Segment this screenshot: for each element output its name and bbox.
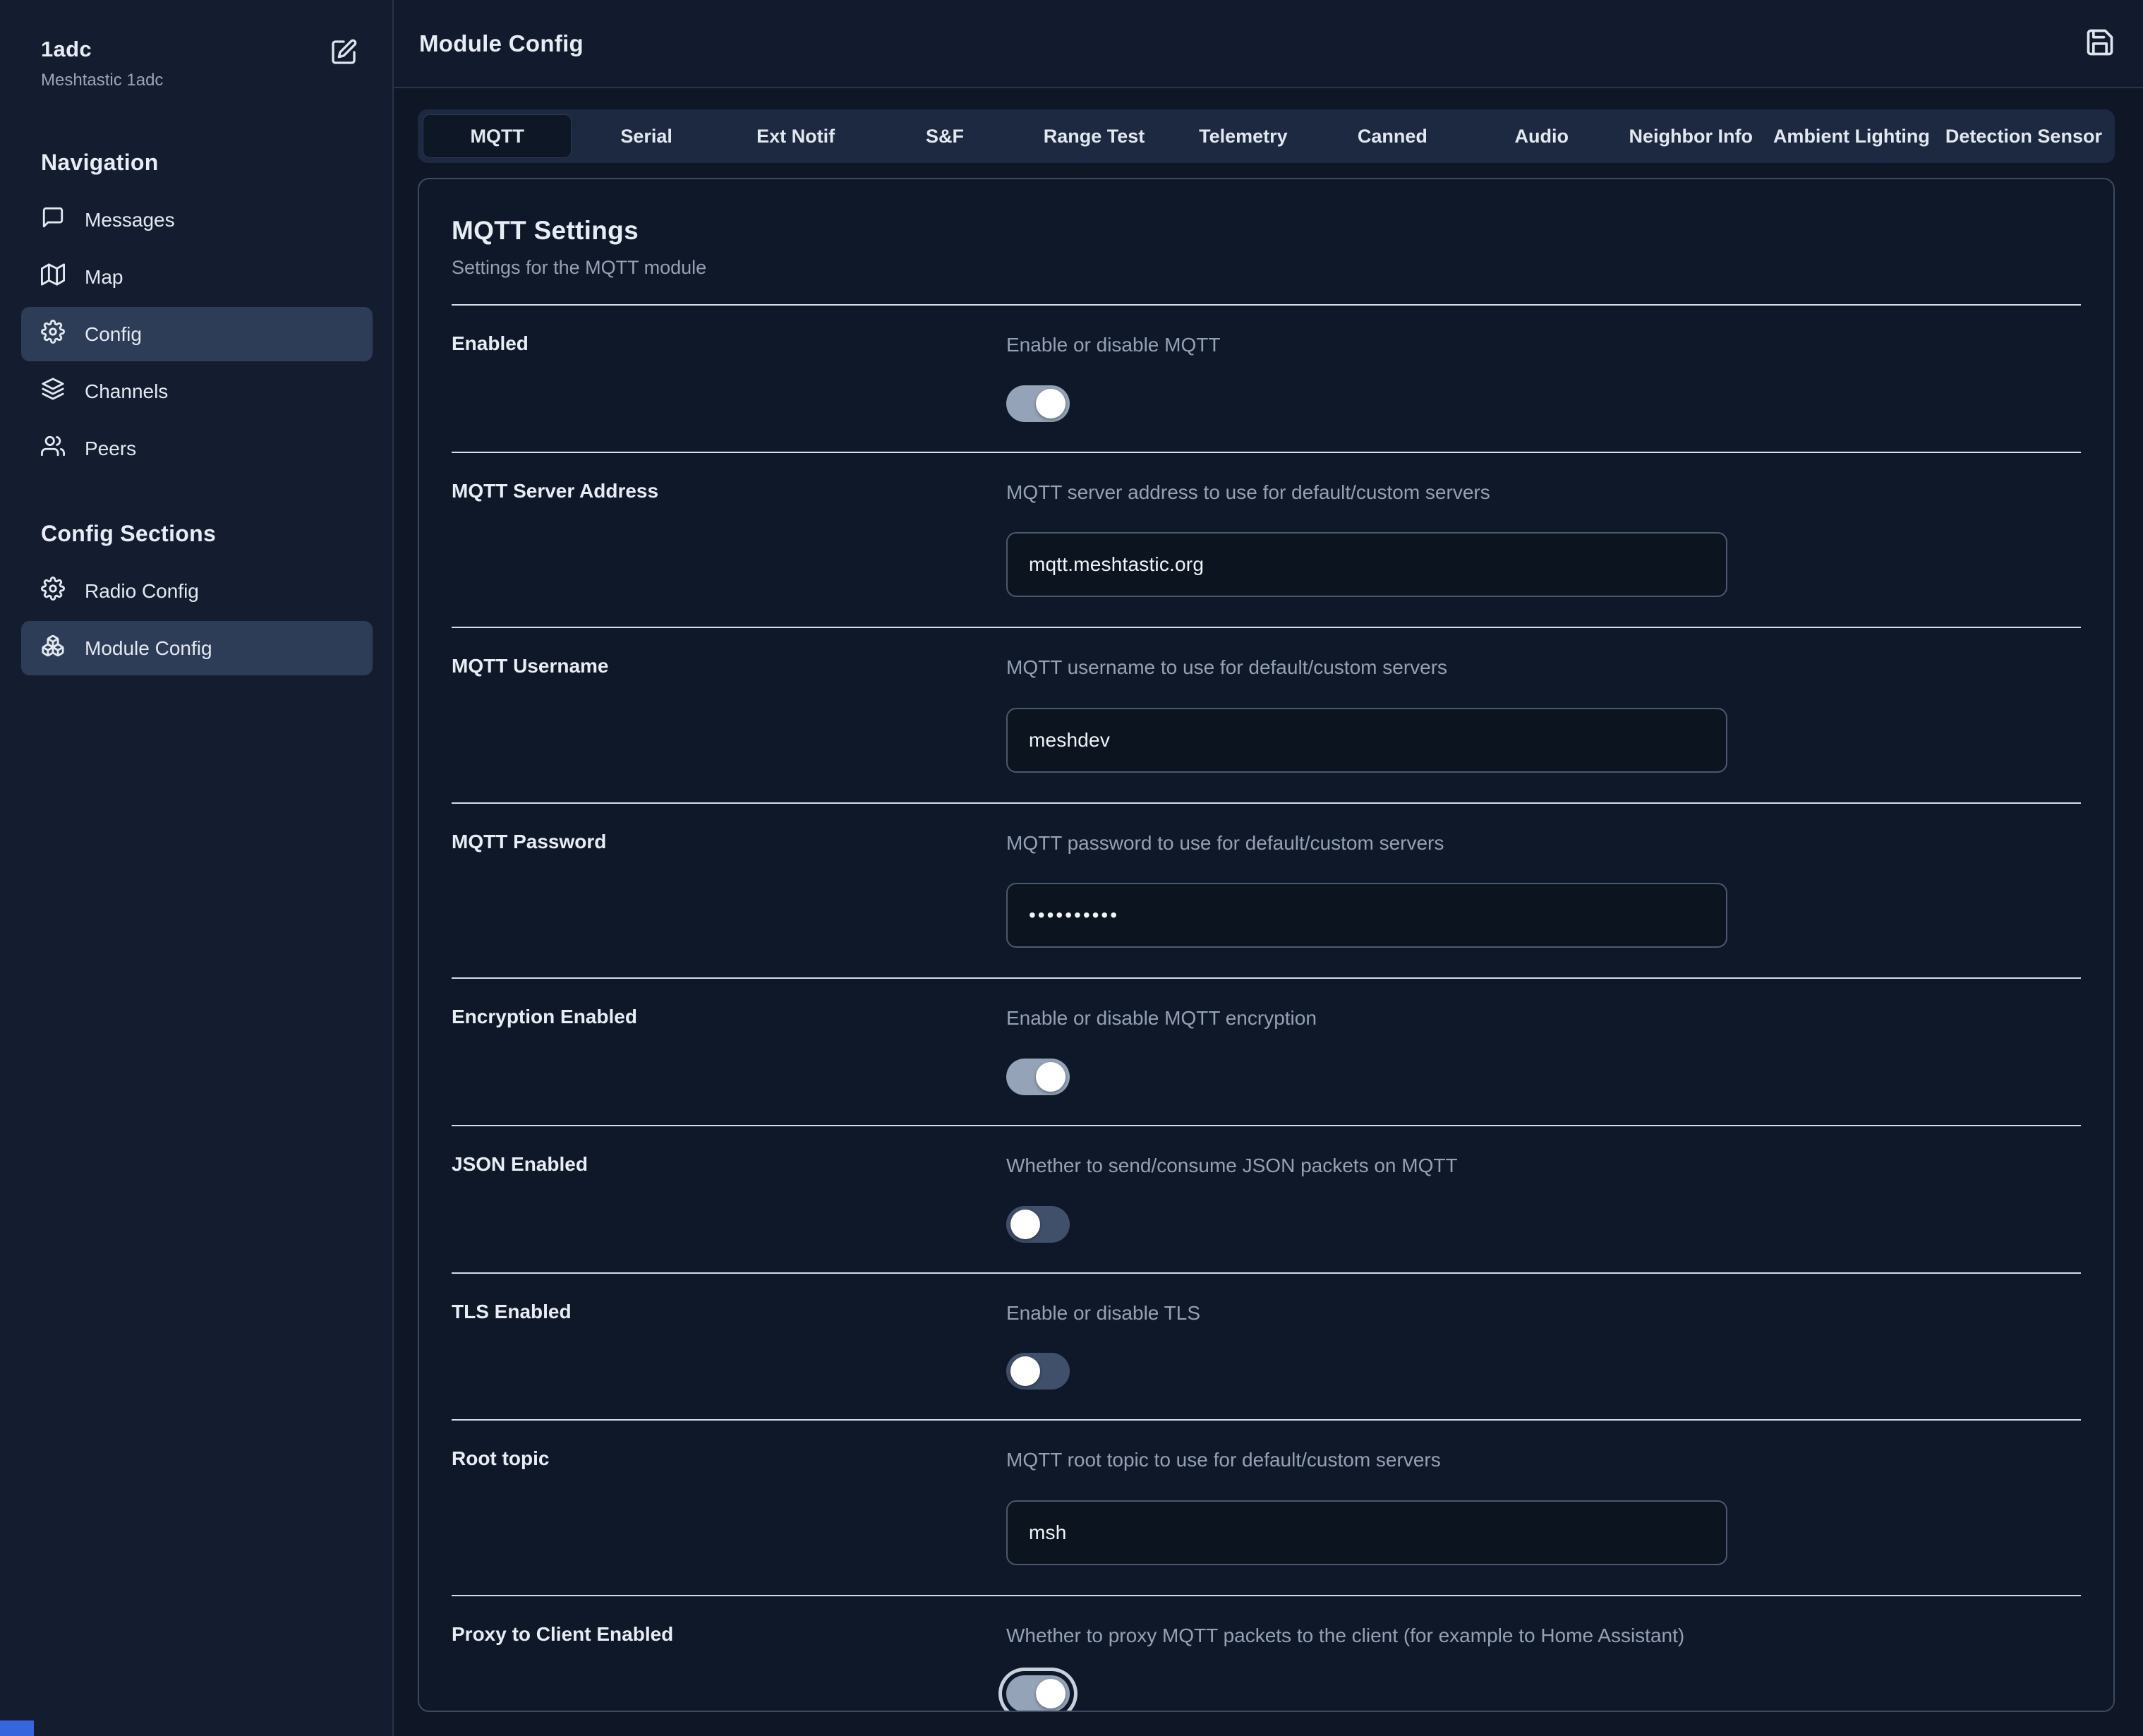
device-header: 1adc Meshtastic 1adc — [21, 37, 373, 90]
boxes-icon — [41, 634, 65, 663]
setting-label: MQTT Username — [452, 653, 1006, 773]
nav-heading: Navigation — [41, 150, 373, 176]
gear-icon — [41, 320, 65, 349]
tab-ambient-lighting[interactable]: Ambient Lighting — [1765, 114, 1938, 158]
sidebar-item-channels[interactable]: Channels — [21, 364, 373, 418]
module-tabs: MQTT Serial Ext Notif S&F Range Test Tel… — [418, 109, 2115, 163]
setting-row-root-topic: Root topic MQTT root topic to use for de… — [452, 1419, 2081, 1595]
sidebar-item-messages[interactable]: Messages — [21, 193, 373, 247]
setting-label: MQTT Server Address — [452, 478, 1006, 598]
setting-label: MQTT Password — [452, 829, 1006, 948]
setting-description: Whether to send/consume JSON packets on … — [1006, 1152, 1727, 1181]
layers-icon — [41, 377, 65, 406]
panel-header: MQTT Settings Settings for the MQTT modu… — [452, 179, 2081, 304]
sidebar-item-map[interactable]: Map — [21, 250, 373, 304]
device-subtitle: Meshtastic 1adc — [41, 71, 163, 90]
tab-range-test[interactable]: Range Test — [1020, 114, 1169, 158]
setting-description: Enable or disable MQTT encryption — [1006, 1004, 1727, 1033]
main-area: Module Config MQTT Serial Ext Notif S&F … — [394, 0, 2143, 1736]
mqtt-settings-panel: MQTT Settings Settings for the MQTT modu… — [418, 178, 2115, 1712]
setting-label: Proxy to Client Enabled — [452, 1622, 1006, 1712]
tab-audio[interactable]: Audio — [1467, 114, 1616, 158]
config-sections-heading: Config Sections — [41, 521, 373, 547]
setting-label: Encryption Enabled — [452, 1004, 1006, 1095]
sidebar-item-module-config[interactable]: Module Config — [21, 621, 373, 675]
mqtt-password-input[interactable] — [1006, 883, 1727, 948]
sidebar-item-config[interactable]: Config — [21, 307, 373, 361]
tab-telemetry[interactable]: Telemetry — [1169, 114, 1317, 158]
panel-subtitle: Settings for the MQTT module — [452, 257, 2081, 279]
page-title: Module Config — [419, 30, 584, 57]
tls-toggle[interactable] — [1006, 1353, 1070, 1390]
users-icon — [41, 434, 65, 463]
toggle-knob — [1036, 1062, 1066, 1092]
mqtt-server-address-input[interactable] — [1006, 532, 1727, 597]
sidebar: 1adc Meshtastic 1adc Navigation Messages… — [0, 0, 394, 1736]
encryption-toggle[interactable] — [1006, 1059, 1070, 1095]
setting-label: JSON Enabled — [452, 1152, 1006, 1243]
page-header: Module Config — [394, 0, 2143, 88]
json-toggle[interactable] — [1006, 1206, 1070, 1243]
sidebar-item-label: Radio Config — [85, 580, 199, 603]
bottom-left-accent — [0, 1720, 34, 1736]
setting-description: MQTT username to use for default/custom … — [1006, 653, 1727, 682]
tab-s-and-f[interactable]: S&F — [870, 114, 1019, 158]
setting-label: Root topic — [452, 1446, 1006, 1565]
sidebar-item-label: Config — [85, 323, 142, 346]
setting-description: Enable or disable TLS — [1006, 1299, 1727, 1328]
setting-label: Enabled — [452, 331, 1006, 422]
setting-description: Enable or disable MQTT — [1006, 331, 1727, 360]
sidebar-item-label: Channels — [85, 380, 168, 403]
setting-row-server-address: MQTT Server Address MQTT server address … — [452, 452, 2081, 627]
tab-neighbor-info[interactable]: Neighbor Info — [1617, 114, 1765, 158]
setting-description: MQTT root topic to use for default/custo… — [1006, 1446, 1727, 1475]
panel-title: MQTT Settings — [452, 216, 2081, 246]
sidebar-item-label: Peers — [85, 438, 136, 460]
setting-row-username: MQTT Username MQTT username to use for d… — [452, 627, 2081, 802]
setting-row-encryption: Encryption Enabled Enable or disable MQT… — [452, 977, 2081, 1125]
sidebar-item-label: Messages — [85, 209, 175, 231]
sidebar-item-label: Map — [85, 266, 123, 289]
device-info: 1adc Meshtastic 1adc — [41, 37, 163, 90]
root-topic-input[interactable] — [1006, 1500, 1727, 1565]
edit-pencil-icon — [330, 38, 358, 68]
tab-detection-sensor[interactable]: Detection Sensor — [1938, 114, 2110, 158]
sidebar-item-radio-config[interactable]: Radio Config — [21, 564, 373, 618]
sidebar-item-label: Module Config — [85, 637, 212, 660]
toggle-knob — [1036, 389, 1066, 418]
proxy-to-client-toggle[interactable] — [1006, 1675, 1070, 1712]
setting-description: MQTT server address to use for default/c… — [1006, 478, 1727, 507]
tab-ext-notif[interactable]: Ext Notif — [721, 114, 870, 158]
tab-serial[interactable]: Serial — [572, 114, 720, 158]
edit-device-button[interactable] — [327, 37, 360, 69]
map-icon — [41, 263, 65, 291]
setting-row-json: JSON Enabled Whether to send/consume JSO… — [452, 1125, 2081, 1272]
toggle-knob — [1036, 1679, 1066, 1708]
setting-label: TLS Enabled — [452, 1299, 1006, 1390]
setting-row-password: MQTT Password MQTT password to use for d… — [452, 802, 2081, 978]
device-name: 1adc — [41, 37, 163, 62]
gear-icon — [41, 577, 65, 605]
save-icon — [2084, 27, 2115, 60]
mqtt-username-input[interactable] — [1006, 708, 1727, 773]
setting-description: Whether to proxy MQTT packets to the cli… — [1006, 1622, 1727, 1651]
toggle-knob — [1010, 1210, 1040, 1239]
sidebar-item-peers[interactable]: Peers — [21, 421, 373, 476]
enabled-toggle[interactable] — [1006, 385, 1070, 422]
tab-canned[interactable]: Canned — [1318, 114, 1467, 158]
toggle-knob — [1010, 1356, 1040, 1386]
message-square-icon — [41, 205, 65, 234]
setting-row-enabled: Enabled Enable or disable MQTT — [452, 304, 2081, 452]
save-button[interactable] — [2084, 28, 2116, 60]
setting-row-tls: TLS Enabled Enable or disable TLS — [452, 1272, 2081, 1420]
setting-row-proxy-to-client: Proxy to Client Enabled Whether to proxy… — [452, 1595, 2081, 1712]
tab-mqtt[interactable]: MQTT — [423, 114, 572, 158]
setting-description: MQTT password to use for default/custom … — [1006, 829, 1727, 858]
